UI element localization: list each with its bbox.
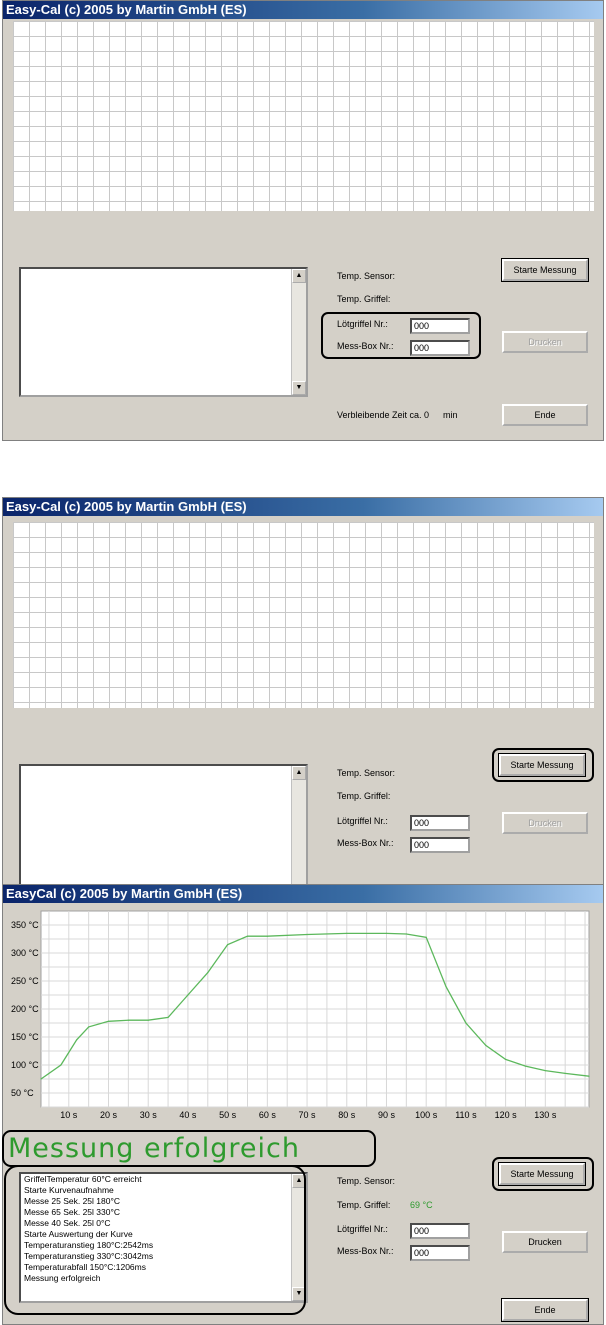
loetgriffel-label: Lötgriffel Nr.: [337,1224,388,1234]
end-button[interactable]: Ende [501,1298,589,1322]
x-tick-label: 80 s [338,1110,356,1120]
data-point [346,932,348,934]
data-point [127,1019,129,1021]
y-tick-label: 200 °C [11,1004,39,1014]
data-point [147,1019,149,1021]
window-initial: Easy-Cal (c) 2005 by Martin GmbH (ES) ▲ … [2,0,604,441]
messbox-label: Mess-Box Nr.: [337,1246,394,1256]
title-bar: Easy-Cal (c) 2005 by Martin GmbH (ES) [3,1,603,19]
log-highlight [4,1165,306,1315]
data-point [524,1065,527,1067]
loetgriffel-label: Lötgriffel Nr.: [337,816,388,826]
temp-sensor-label: Temp. Sensor: [337,768,396,778]
scroll-up-icon[interactable]: ▲ [292,766,306,780]
data-point [564,1072,566,1074]
x-tick-label: 10 s [60,1110,78,1120]
x-tick-label: 60 s [259,1110,277,1120]
data-point [167,1016,169,1018]
temp-griffel-value: 69 °C [410,1200,433,1210]
x-tick-label: 50 s [219,1110,237,1120]
x-tick-label: 110 s [455,1110,477,1120]
input-highlight [321,312,481,359]
remaining-time-unit: min [443,410,458,420]
temp-griffel-label: Temp. Griffel: [337,791,391,801]
data-point [485,1044,487,1046]
messbox-input[interactable] [410,837,470,853]
temp-sensor-label: Temp. Sensor: [337,271,396,281]
scroll-down-icon[interactable]: ▼ [292,381,306,395]
data-point [505,1058,507,1060]
data-point [246,935,249,937]
data-point [405,933,407,935]
data-point [306,933,308,936]
x-tick-label: 30 s [140,1110,158,1120]
y-tick-label: 150 °C [11,1032,39,1042]
data-point [445,986,447,988]
x-tick-label: 40 s [179,1110,197,1120]
data-point [544,1070,546,1072]
print-button[interactable]: Drucken [502,331,588,353]
x-tick-label: 20 s [100,1110,118,1120]
log-scrollbar[interactable]: ▲ [291,766,306,886]
title-bar: Easy-Cal (c) 2005 by Martin GmbH (ES) [3,498,603,516]
data-point [88,1026,90,1028]
messbox-label: Mess-Box Nr.: [337,838,394,848]
data-point [227,944,229,946]
loetgriffel-input[interactable] [410,1223,470,1239]
x-tick-label: 90 s [378,1110,396,1120]
chart-area-empty [13,21,594,211]
data-point [207,972,209,974]
x-tick-label: 120 s [495,1110,518,1120]
messbox-input[interactable] [410,1245,470,1261]
start-button-highlight [492,748,594,782]
data-point [60,1064,62,1066]
y-tick-label: 50 °C [11,1088,34,1098]
x-tick-label: 70 s [299,1110,317,1120]
data-point [107,1020,110,1022]
data-point [385,932,388,934]
y-tick-label: 350 °C [11,920,39,930]
measurement-chart: 10 s 20 s 30 s 40 s 50 s 60 s 70 s 80 s 90 s 100 … [11,910,590,1120]
data-point [76,1039,78,1041]
y-tick-label: 250 °C [11,976,39,986]
data-point [425,936,427,938]
y-tick-label: 100 °C [11,1060,39,1070]
remaining-time-label: Verbleibende Zeit ca. 0 [337,410,430,420]
loetgriffel-input[interactable] [410,815,470,831]
end-button[interactable]: Ende [502,404,588,426]
start-button-highlight [492,1157,594,1191]
data-point [588,1075,590,1077]
print-button[interactable]: Drucken [502,812,588,834]
data-point [187,994,189,996]
start-measurement-button[interactable]: Starte Messung [501,258,589,282]
log-listbox[interactable]: ▲ [19,764,308,886]
status-banner-highlight [2,1130,376,1167]
data-point [266,935,268,937]
print-button[interactable]: Drucken [502,1231,588,1253]
temp-griffel-label: Temp. Griffel: [337,294,391,304]
temp-griffel-label: Temp. Griffel: [337,1200,391,1210]
chart-area-empty [13,522,594,708]
log-listbox[interactable]: ▲ ▼ [19,267,308,397]
y-tick-label: 300 °C [11,948,39,958]
title-bar: EasyCal (c) 2005 by Martin GmbH (ES) [3,885,603,903]
log-scrollbar[interactable]: ▲ ▼ [291,269,306,395]
data-point [40,1078,42,1080]
data-point [465,1022,467,1024]
scroll-up-icon[interactable]: ▲ [292,269,306,283]
window-start: Easy-Cal (c) 2005 by Martin GmbH (ES) ▲ … [2,497,604,887]
x-tick-label: 130 s [534,1110,557,1120]
temp-sensor-label: Temp. Sensor: [337,1176,396,1186]
x-tick-label: 100 s [415,1110,438,1120]
